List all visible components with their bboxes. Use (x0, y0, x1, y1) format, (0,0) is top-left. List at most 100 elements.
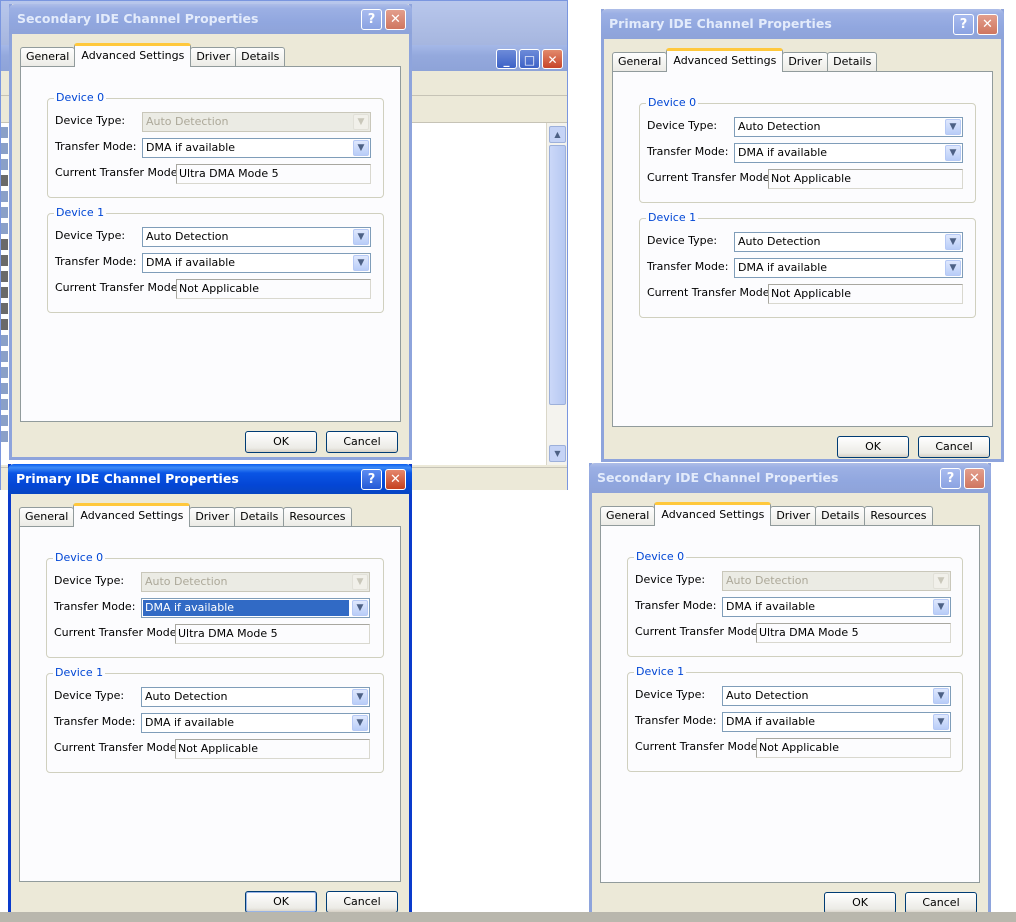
tab-driver[interactable]: Driver (770, 506, 817, 525)
tab-general[interactable]: General (19, 507, 75, 526)
close-icon[interactable]: ✕ (964, 468, 985, 489)
group-device1: Device 1 Device Type: Auto Detection ▼ Trans… (47, 206, 384, 313)
group-device0: Device 0 Device Type: Auto Detection ▼ Trans… (627, 550, 963, 657)
device-type-value: Auto Detection (726, 574, 809, 587)
background-close-button[interactable]: ✕ (542, 49, 563, 69)
transfer-mode-select[interactable]: DMA if available ▼ (142, 138, 371, 158)
chevron-down-icon: ▼ (353, 114, 369, 130)
tab-details[interactable]: Details (235, 47, 286, 66)
tab-advanced-settings[interactable]: Advanced Settings (74, 43, 192, 67)
tab-driver[interactable]: Driver (189, 507, 236, 526)
device-type-value: Auto Detection (738, 235, 821, 248)
titlebar[interactable]: Primary IDE Channel Properties? ✕ (8, 464, 412, 494)
tab-details[interactable]: Details (234, 507, 285, 526)
chevron-down-icon[interactable]: ▼ (353, 140, 369, 156)
tab-resources[interactable]: Resources (864, 506, 933, 525)
transfer-mode-value: DMA if available (146, 141, 236, 154)
transfer-mode-select[interactable]: DMA if available ▼ (141, 598, 370, 618)
cancel-button[interactable]: Cancel (326, 891, 398, 913)
tab-driver[interactable]: Driver (190, 47, 237, 66)
transfer-mode-select[interactable]: DMA if available ▼ (142, 253, 371, 273)
tab-strip: General Advanced Settings Driver Details (20, 43, 286, 67)
chevron-down-icon[interactable]: ▼ (352, 600, 368, 616)
tab-resources[interactable]: Resources (283, 507, 352, 526)
ok-button[interactable]: OK (245, 891, 317, 913)
minimize-button[interactable]: _ (496, 49, 517, 69)
chevron-down-icon[interactable]: ▼ (933, 599, 949, 615)
group-legend: Device 1 (646, 211, 699, 224)
chevron-down-icon[interactable]: ▼ (945, 145, 961, 161)
device-type-select[interactable]: Auto Detection ▼ (141, 687, 370, 707)
transfer-mode-select[interactable]: DMA if available ▼ (722, 597, 951, 617)
cancel-button[interactable]: Cancel (326, 431, 398, 453)
chevron-down-icon[interactable]: ▼ (352, 715, 368, 731)
titlebar[interactable]: Secondary IDE Channel Properties? ✕ (9, 4, 412, 34)
ok-button[interactable]: OK (837, 436, 909, 458)
close-icon[interactable]: ✕ (385, 9, 406, 30)
vertical-scrollbar[interactable]: ▲ ▼ (546, 123, 567, 465)
tab-panel: Device 0 Device Type: Auto Detection ▼ Trans… (19, 526, 401, 882)
device-type-label: Device Type: (55, 114, 126, 127)
transfer-mode-label: Transfer Mode: (54, 600, 136, 613)
group-legend: Device 1 (54, 206, 107, 219)
chevron-down-icon[interactable]: ▼ (945, 260, 961, 276)
chevron-down-icon: ▼ (352, 574, 368, 590)
device-type-select[interactable]: Auto Detection ▼ (734, 117, 963, 137)
transfer-mode-select[interactable]: DMA if available ▼ (722, 712, 951, 732)
device-type-select[interactable]: Auto Detection ▼ (722, 686, 951, 706)
chevron-down-icon[interactable]: ▼ (352, 689, 368, 705)
tab-driver[interactable]: Driver (782, 52, 829, 71)
tab-general[interactable]: General (20, 47, 76, 66)
chevron-down-icon: ▼ (933, 573, 949, 589)
group-device0: Device 0 Device Type: Auto Detection ▼ Trans… (46, 551, 384, 658)
help-icon[interactable]: ? (361, 9, 382, 30)
current-transfer-mode-value: Not Applicable (768, 284, 963, 304)
current-transfer-mode-label: Current Transfer Mode: (55, 281, 182, 294)
transfer-mode-select[interactable]: DMA if available ▼ (734, 143, 963, 163)
cancel-button[interactable]: Cancel (918, 436, 990, 458)
titlebar[interactable]: Secondary IDE Channel Properties? ✕ (589, 463, 991, 493)
close-icon[interactable]: ✕ (977, 14, 998, 35)
scrollbar-thumb[interactable] (549, 145, 566, 405)
titlebar[interactable]: Primary IDE Channel Properties? ✕ (601, 9, 1004, 39)
ok-button[interactable]: OK (824, 892, 896, 914)
transfer-mode-label: Transfer Mode: (55, 140, 137, 153)
transfer-mode-select[interactable]: DMA if available ▼ (141, 713, 370, 733)
maximize-button[interactable]: □ (519, 49, 540, 69)
cancel-button[interactable]: Cancel (905, 892, 977, 914)
tab-details[interactable]: Details (827, 52, 878, 71)
tab-advanced-settings[interactable]: Advanced Settings (73, 503, 191, 527)
tab-details[interactable]: Details (815, 506, 866, 525)
device-type-select[interactable]: Auto Detection ▼ (734, 232, 963, 252)
chevron-down-icon[interactable]: ▼ (933, 714, 949, 730)
tab-advanced-settings[interactable]: Advanced Settings (654, 502, 772, 526)
current-transfer-mode-label: Current Transfer Mode: (54, 741, 181, 754)
scroll-down-icon[interactable]: ▼ (549, 445, 566, 462)
tab-general[interactable]: General (600, 506, 656, 525)
device-type-select[interactable]: Auto Detection ▼ (142, 227, 371, 247)
help-icon[interactable]: ? (361, 469, 382, 490)
close-icon[interactable]: ✕ (385, 469, 406, 490)
tab-general[interactable]: General (612, 52, 668, 71)
transfer-mode-value: DMA if available (146, 256, 236, 269)
device-type-select: Auto Detection ▼ (722, 571, 951, 591)
tab-advanced-settings[interactable]: Advanced Settings (666, 48, 784, 72)
group-legend: Device 1 (634, 665, 687, 678)
dialog-title: Secondary IDE Channel Properties (597, 470, 839, 485)
current-transfer-mode-label: Current Transfer Mode: (55, 166, 182, 179)
device-type-select: Auto Detection ▼ (141, 572, 370, 592)
chevron-down-icon[interactable]: ▼ (933, 688, 949, 704)
chevron-down-icon[interactable]: ▼ (945, 234, 961, 250)
scroll-up-icon[interactable]: ▲ (549, 126, 566, 143)
current-transfer-mode-label: Current Transfer Mode: (647, 286, 774, 299)
chevron-down-icon[interactable]: ▼ (945, 119, 961, 135)
chevron-down-icon[interactable]: ▼ (353, 229, 369, 245)
help-icon[interactable]: ? (940, 468, 961, 489)
transfer-mode-select[interactable]: DMA if available ▼ (734, 258, 963, 278)
device-type-label: Device Type: (647, 119, 718, 132)
ok-button[interactable]: OK (245, 431, 317, 453)
tab-strip: General Advanced Settings Driver Details (612, 48, 878, 72)
chevron-down-icon[interactable]: ▼ (353, 255, 369, 271)
group-legend: Device 0 (646, 96, 699, 109)
help-icon[interactable]: ? (953, 14, 974, 35)
